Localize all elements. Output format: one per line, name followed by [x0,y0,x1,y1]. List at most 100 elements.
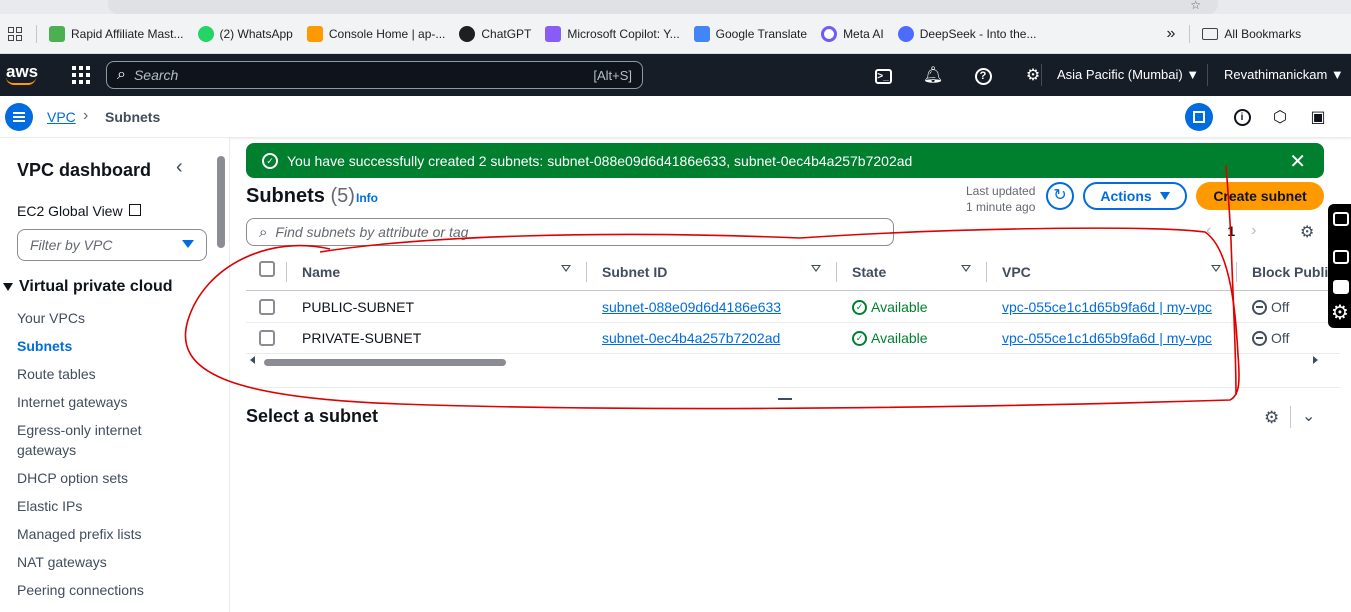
column-header-name[interactable]: Name [302,254,582,290]
region-selector[interactable]: Asia Pacific (Mumbai) ▼ [1057,67,1199,82]
notifications-bell-icon[interactable]: 🔔︎ [908,65,958,85]
cell-subnet-id-link[interactable]: subnet-0ec4b4a257b7202ad [602,330,780,346]
hamburger-menu-icon[interactable] [5,103,33,131]
column-header-block-public[interactable]: Block Publi [1252,254,1340,290]
sidebar-item-nat-gateways[interactable]: NAT gateways [17,552,197,572]
info-panel-icon[interactable]: i [1223,103,1261,131]
bookmark-google-translate[interactable]: Google Translate [693,25,807,42]
table-horizontal-scrollbar[interactable] [246,354,1340,370]
sidebar-item-internet-gateways[interactable]: Internet gateways [17,392,197,412]
breadcrumb-chevron-icon: › [83,107,89,124]
create-subnet-button[interactable]: Create subnet [1196,182,1324,210]
apps-grid-icon[interactable] [8,26,22,41]
nav-divider-2 [1207,64,1208,86]
caret-down-icon [182,240,194,248]
aws-logo[interactable]: aws [6,63,50,85]
sidebar-scrollbar[interactable] [217,156,225,248]
cloudshell-icon[interactable]: >_ [858,66,908,84]
split-panel-resize-handle[interactable] [778,398,792,400]
bookmark-meta-ai[interactable]: Meta AI [821,25,884,42]
sidebar-item-route-tables[interactable]: Route tables [17,364,197,384]
close-sidebar-icon[interactable]: ‹ [176,156,183,179]
vpc-sidebar: VPC dashboard ‹ EC2 Global View Filter b… [0,138,230,612]
nav-divider [1041,64,1042,86]
next-page-chevron-icon[interactable]: › [1251,222,1256,240]
cell-subnet-id-link[interactable]: subnet-088e09d6d4186e633 [602,299,781,315]
bookmark-star-icon[interactable]: ☆ [1190,0,1201,12]
console-toolbar-icon[interactable]: ▣ [1299,103,1337,131]
find-subnets-input[interactable]: ⌕ Find subnets by attribute or tag [246,218,894,246]
info-link[interactable]: Info [356,191,378,205]
camera-icon[interactable] [1333,212,1349,226]
browser-address-bar[interactable]: ☆ [0,0,1351,14]
sidebar-item-egress-only-internet-gateways[interactable]: Egress-only internet gateways [17,420,197,460]
split-panel-icon[interactable] [1185,103,1213,131]
search-icon: ⌕ [259,223,268,241]
last-updated-text: Last updated 1 minute ago [966,184,1036,214]
collapse-chevron-down-icon[interactable]: ⌄ [1302,406,1315,426]
sort-caret-icon [811,265,821,272]
split-panel-preferences-gear-icon[interactable]: ⚙ [1264,408,1279,428]
sidebar-item-dhcp-option-sets[interactable]: DHCP option sets [17,468,197,488]
more-bookmarks-button[interactable]: » [1167,25,1176,43]
sidebar-ec2-global-view[interactable]: EC2 Global View [17,203,142,219]
video-icon[interactable] [1333,250,1349,264]
services-menu-icon[interactable] [72,66,90,84]
scroll-left-arrow-icon[interactable] [250,356,255,364]
current-page-number[interactable]: 1 [1227,223,1235,239]
success-flashbar: ✓ You have successfully created 2 subnet… [246,143,1324,178]
actions-button[interactable]: Actions [1083,182,1187,210]
previous-page-chevron-icon[interactable]: ‹ [1206,222,1211,240]
scrollbar-thumb[interactable] [264,359,506,366]
scroll-right-arrow-icon[interactable] [1313,356,1318,364]
sidebar-item-managed-prefix-lists[interactable]: Managed prefix lists [17,524,197,544]
sidebar-item-peering-connections[interactable]: Peering connections [17,580,197,600]
meta-ai-favicon [821,25,838,42]
column-header-vpc[interactable]: VPC [1002,254,1242,290]
settings-gear-icon[interactable]: ⚙ [1008,65,1058,85]
cell-vpc-link[interactable]: vpc-055ce1c1d65b9fa6d | my-vpc [1002,330,1212,346]
bookmark-chatgpt[interactable]: ChatGPT [459,25,531,42]
row-checkbox[interactable] [259,299,275,315]
sidebar-item-subnets[interactable]: Subnets [17,336,197,356]
filter-by-vpc-select[interactable]: Filter by VPC [17,229,207,261]
breadcrumb-vpc-link[interactable]: VPC [47,109,76,125]
toolbar-settings-gear-icon[interactable]: ⚙ [1331,300,1349,325]
cell-vpc-link[interactable]: vpc-055ce1c1d65b9fa6d | my-vpc [1002,299,1212,315]
notifications-panel-icon[interactable]: ⬡ [1261,103,1299,131]
top-nav-icons: >_ 🔔︎ ? ⚙ [858,54,1058,96]
dismiss-flash-close-icon[interactable]: ✕ [1289,149,1306,174]
row-checkbox[interactable] [259,330,275,346]
split-panel-divider [1290,406,1291,428]
aws-console-favicon [306,25,323,42]
table-row[interactable]: PUBLIC-SUBNET subnet-088e09d6d4186e633 ✓… [246,292,1340,323]
help-icon[interactable]: ? [958,66,1008,85]
cell-state: ✓ Available [852,330,928,346]
chatgpt-favicon [459,25,476,42]
bookmark-rapid-affiliate[interactable]: Rapid Affiliate Mast... [49,25,184,42]
select-all-checkbox[interactable] [259,261,275,277]
cell-name: PRIVATE-SUBNET [302,330,422,346]
bookmark-copilot[interactable]: Microsoft Copilot: Y... [545,25,680,42]
address-bar-field[interactable] [108,0,1218,14]
sidebar-item-elastic-ips[interactable]: Elastic IPs [17,496,197,516]
bookmark-whatsapp[interactable]: (2) WhatsApp [197,25,293,42]
table-row[interactable]: PRIVATE-SUBNET subnet-0ec4b4a257b7202ad … [246,323,1340,354]
flash-message: You have successfully created 2 subnets:… [287,152,913,169]
bookmark-deepseek[interactable]: DeepSeek - Into the... [897,25,1037,42]
refresh-button[interactable]: ↻ [1046,182,1074,210]
sidebar-section-virtual-private-cloud[interactable]: Virtual private cloud [0,278,173,296]
account-menu[interactable]: Revathimanickam ▼ [1224,67,1344,82]
bookmark-console-home[interactable]: Console Home | ap-... [306,25,445,42]
screen-icon[interactable] [1333,280,1349,294]
all-bookmarks-button[interactable]: All Bookmarks [1202,27,1301,41]
column-header-state[interactable]: State [852,254,992,290]
sidebar-item-your-vpcs[interactable]: Your VPCs [17,308,197,328]
column-header-subnet-id[interactable]: Subnet ID [602,254,842,290]
sidebar-title[interactable]: VPC dashboard [17,160,151,181]
status-off-icon [1252,330,1267,346]
global-search-input[interactable]: ⌕ Search [Alt+S] [106,61,643,89]
column-divider [586,262,587,282]
refresh-icon: ↻ [1053,187,1067,204]
table-preferences-gear-icon[interactable]: ⚙ [1300,222,1314,242]
